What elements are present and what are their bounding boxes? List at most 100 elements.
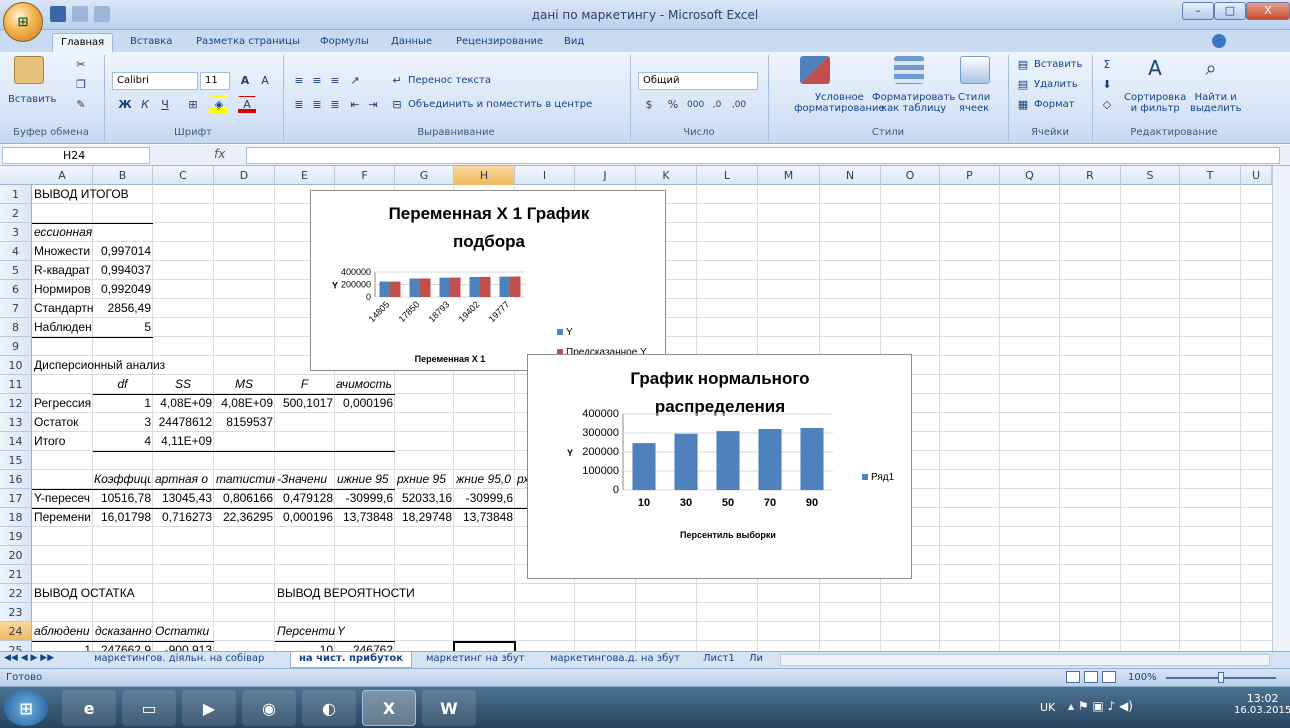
cell-A6[interactable]: Нормиров: [34, 280, 91, 299]
column-header[interactable]: E: [275, 166, 335, 185]
tab-formulas[interactable]: Формулы: [312, 33, 377, 52]
zoom-level[interactable]: 100%: [1128, 672, 1157, 683]
column-header[interactable]: O: [881, 166, 940, 185]
cell-styles-button[interactable]: Стили ячеек: [958, 92, 990, 114]
row-header[interactable]: 2: [0, 204, 32, 223]
align-bottom-icon[interactable]: ≡: [326, 72, 344, 90]
cell-A14[interactable]: Итого: [34, 432, 65, 451]
cell-F18[interactable]: 13,73848: [336, 508, 393, 527]
cell-H16[interactable]: жние 95,0: [456, 470, 511, 489]
percent-icon[interactable]: %: [664, 96, 682, 114]
row-header[interactable]: 17: [0, 489, 32, 508]
cell-D11[interactable]: MS: [215, 375, 273, 394]
word-icon[interactable]: W: [422, 690, 476, 726]
sort-filter-button[interactable]: Сортировка и фильтр: [1124, 92, 1186, 114]
column-header[interactable]: A: [32, 166, 93, 185]
cell-A22[interactable]: ВЫВОД ОСТАТКА: [34, 584, 135, 603]
row-header[interactable]: 20: [0, 546, 32, 565]
row-header[interactable]: 22: [0, 584, 32, 603]
decrease-decimal-icon[interactable]: ,00: [730, 96, 748, 114]
tab-insert[interactable]: Вставка: [122, 33, 180, 52]
format-table-button[interactable]: Форматировать как таблицу: [872, 92, 955, 114]
tab-home[interactable]: Главная: [52, 33, 114, 52]
row-header[interactable]: 21: [0, 565, 32, 584]
insert-function-icon[interactable]: fx: [214, 147, 242, 161]
help-icon[interactable]: [1212, 34, 1226, 48]
cell-C13[interactable]: 24478612: [154, 413, 212, 432]
cell-E24[interactable]: Персентил: [277, 622, 335, 641]
align-center-icon[interactable]: ≣: [308, 96, 326, 114]
minimize-button[interactable]: –: [1182, 2, 1214, 20]
media-player-icon[interactable]: ▶: [182, 690, 236, 726]
sheet-nav-icon[interactable]: ◀◀ ◀ ▶ ▶▶: [4, 653, 54, 663]
page-layout-icon[interactable]: [1084, 671, 1098, 683]
cell-C24[interactable]: Остатки: [155, 622, 209, 641]
cell-E11[interactable]: F: [276, 375, 333, 394]
cell-A18[interactable]: Перемени: [34, 508, 91, 527]
row-header[interactable]: 19: [0, 527, 32, 546]
italic-icon[interactable]: К: [136, 96, 154, 114]
column-header[interactable]: U: [1241, 166, 1272, 185]
font-color-icon[interactable]: A: [238, 96, 256, 114]
sheet-tab-6[interactable]: Ли: [741, 652, 771, 668]
maximize-button[interactable]: □: [1214, 2, 1246, 20]
find-select-icon[interactable]: ⌕: [1196, 56, 1226, 84]
cell-B18[interactable]: 16,01798: [94, 508, 151, 527]
start-button[interactable]: ⊞: [4, 690, 48, 726]
grow-font-icon[interactable]: A: [236, 72, 254, 90]
sheet-tab-3[interactable]: маркетинг на збут: [418, 652, 533, 668]
cell-G17[interactable]: 52033,16: [396, 489, 452, 508]
cell-E12[interactable]: 500,1017: [276, 394, 333, 413]
tab-view[interactable]: Вид: [556, 33, 592, 52]
cell-styles-icon[interactable]: [960, 56, 990, 84]
insert-cells-button[interactable]: Вставить: [1034, 59, 1082, 70]
row-header[interactable]: 11: [0, 375, 32, 394]
cell-G18[interactable]: 18,29748: [396, 508, 452, 527]
column-header[interactable]: T: [1180, 166, 1241, 185]
cell-C16[interactable]: артная о: [155, 470, 208, 489]
vertical-scrollbar[interactable]: [1272, 166, 1290, 651]
row-header[interactable]: 3: [0, 223, 32, 242]
cell-D18[interactable]: 22,36295: [215, 508, 273, 527]
row-header[interactable]: 13: [0, 413, 32, 432]
tab-page-layout[interactable]: Разметка страницы: [188, 33, 308, 52]
row-header[interactable]: 15: [0, 451, 32, 470]
column-header[interactable]: N: [820, 166, 881, 185]
comma-icon[interactable]: 000: [686, 96, 704, 114]
cell-F12[interactable]: 0,000196: [336, 394, 393, 413]
cell-A3[interactable]: ессионная статистика: [34, 223, 93, 242]
autosum-icon[interactable]: Σ: [1098, 56, 1116, 74]
row-header[interactable]: 16: [0, 470, 32, 489]
format-table-icon[interactable]: [894, 56, 924, 84]
bold-icon[interactable]: Ж: [116, 96, 134, 114]
cell-A10[interactable]: Дисперсионный анализ: [34, 356, 165, 375]
delete-cells-button[interactable]: Удалить: [1034, 79, 1078, 90]
cell-H18[interactable]: 13,73848: [455, 508, 513, 527]
cell-F24[interactable]: Y: [337, 622, 345, 641]
tab-review[interactable]: Рецензирование: [448, 33, 551, 52]
fill-icon[interactable]: ⬇: [1098, 76, 1116, 94]
column-header[interactable]: G: [395, 166, 454, 185]
currency-icon[interactable]: $: [640, 96, 658, 114]
cell-B11[interactable]: df: [94, 375, 151, 394]
row-header[interactable]: 8: [0, 318, 32, 337]
number-format-box[interactable]: Общий: [638, 72, 758, 90]
tray-icons[interactable]: ▴ ⚑ ▣ ♪ ◀): [1068, 699, 1133, 713]
chart-fit[interactable]: Переменная X 1 График подбора 400000 200000…: [310, 190, 666, 371]
conditional-format-icon[interactable]: [800, 56, 830, 84]
text-orientation-icon[interactable]: ↗: [346, 72, 364, 90]
formula-input[interactable]: [246, 147, 1280, 164]
cell-E22[interactable]: ВЫВОД ВЕРОЯТНОСТИ: [277, 584, 415, 603]
cell-B6[interactable]: 0,992049: [94, 280, 151, 299]
increase-indent-icon[interactable]: ⇥: [364, 96, 382, 114]
sheet-tab-1[interactable]: маркетингов. діяльн. на собівар: [86, 652, 272, 668]
cell-A17[interactable]: Y-пересеч: [34, 489, 90, 508]
cell-A12[interactable]: Регрессия: [34, 394, 91, 413]
font-name-box[interactable]: Calibri: [112, 72, 198, 90]
column-header[interactable]: M: [758, 166, 820, 185]
cell-B16[interactable]: Коэффициен: [94, 470, 151, 489]
sheet-tab-5[interactable]: Лист1: [695, 652, 743, 668]
cell-E16[interactable]: -Значени: [277, 470, 327, 489]
row-header[interactable]: 1: [0, 185, 32, 204]
name-box[interactable]: H24: [2, 147, 150, 164]
